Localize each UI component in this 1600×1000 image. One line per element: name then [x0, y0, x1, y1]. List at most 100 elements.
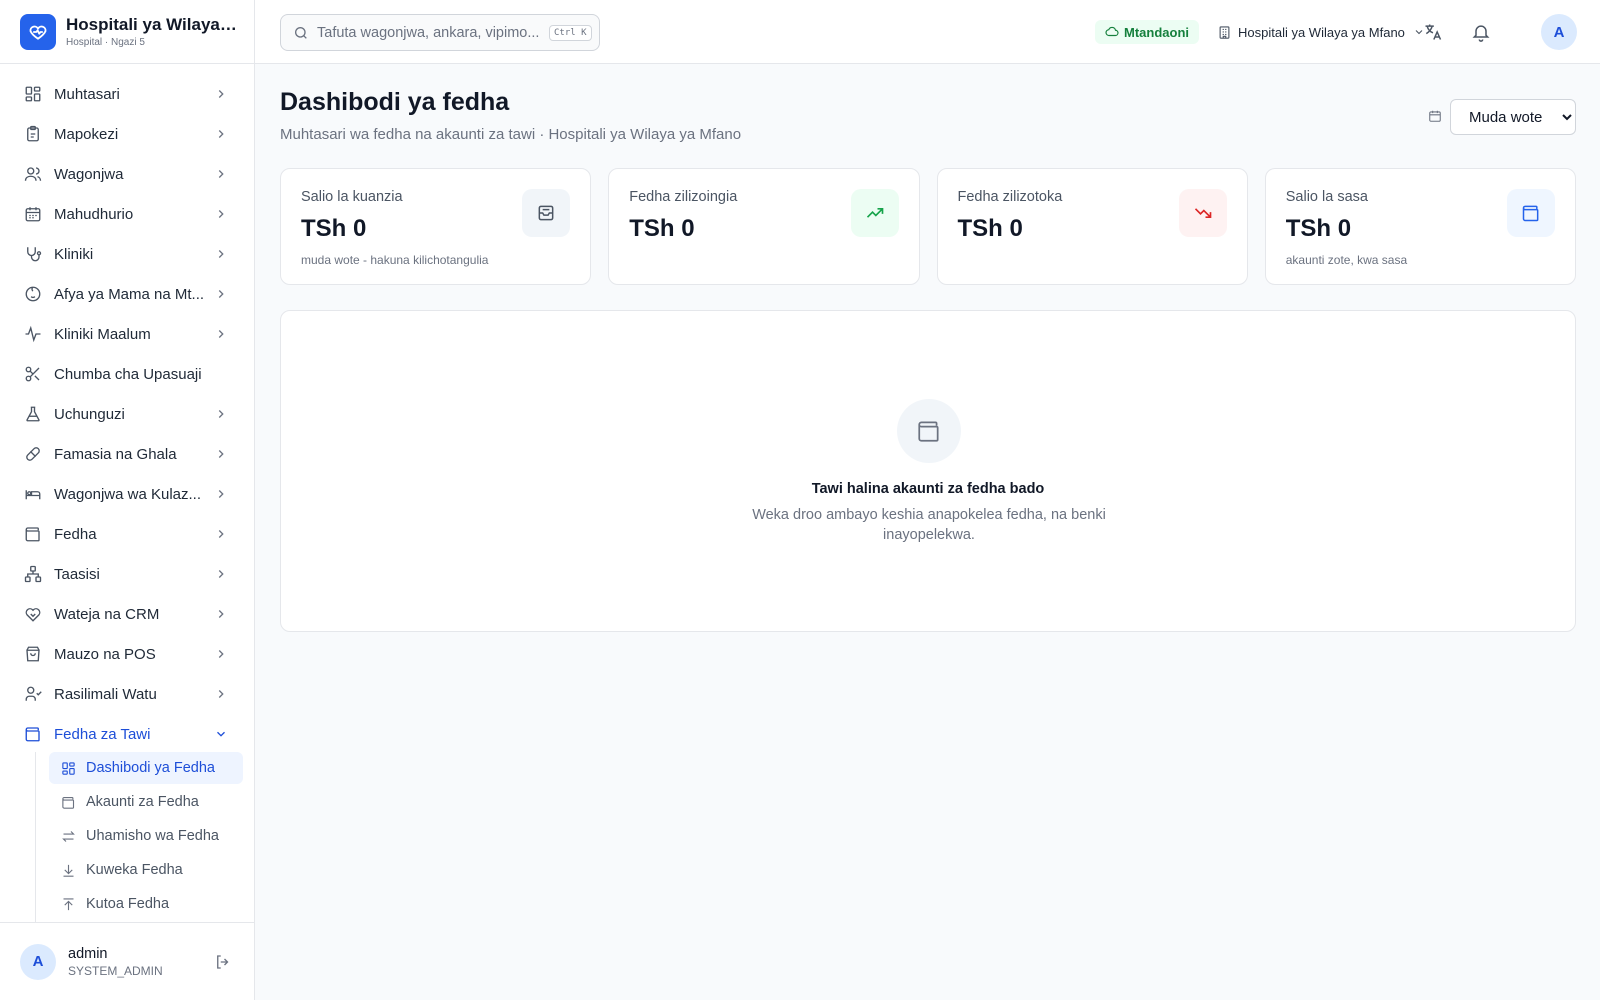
- chevron-right-icon: [218, 490, 224, 498]
- sidebar-item-rasilimali-watu[interactable]: Rasilimali Watu: [0, 674, 254, 714]
- dashboard-icon: [62, 761, 75, 775]
- chevron-right-icon: [218, 90, 224, 98]
- sidebar-item-label: Uchunguzi: [54, 405, 125, 423]
- wallet-icon: [62, 796, 75, 809]
- subnav-item-label: Uhamisho wa Fedha: [86, 828, 219, 844]
- chevron-right-icon: [218, 450, 224, 458]
- sidebar-item-label: Wagonjwa wa Kulaz...: [54, 485, 202, 503]
- empty-state-title: Tawi halina akaunti za fedha bado: [811, 481, 1045, 497]
- summary-cards: Salio la kuanzia TSh 0 muda wote - hakun…: [280, 168, 1576, 285]
- sidebar-item-label: Chumba cha Upasuaji: [54, 365, 202, 383]
- scissors-icon: [25, 366, 40, 382]
- chevron-right-icon: [218, 650, 224, 658]
- sidebar-item-fedha-za-tawi[interactable]: Fedha za Tawi: [0, 714, 254, 754]
- user-avatar[interactable]: A: [20, 943, 56, 980]
- sidebar-item-afya-ya-mama[interactable]: Afya ya Mama na Mt...: [0, 274, 254, 314]
- stat-card-note: akaunti zote, kwa sasa: [1285, 253, 1408, 267]
- subnav-item-uhamisho-wa-fedha[interactable]: Uhamisho wa Fedha: [49, 820, 243, 852]
- trending-down-icon: [1178, 189, 1227, 237]
- search-shortcut-hint: Ctrl K: [549, 24, 592, 41]
- subnav-item-dashibodi-ya-fedha[interactable]: Dashibodi ya Fedha: [49, 752, 243, 784]
- sidebar-item-mahudhurio[interactable]: Mahudhurio: [0, 194, 254, 234]
- activity-icon: [25, 325, 41, 343]
- sidebar-item-label: Muhtasari: [54, 85, 120, 103]
- branch-selector[interactable]: Hospitali ya Wilaya ya Mfano: [1217, 20, 1425, 44]
- brand-title: Hospitali ya Wilaya ...: [66, 15, 238, 34]
- pill-icon: [26, 447, 40, 461]
- trending-up-icon: [850, 189, 899, 237]
- baby-icon: [25, 286, 41, 302]
- sidebar-item-kliniki[interactable]: Kliniki: [0, 234, 254, 274]
- sidebar-item-kliniki-maalum[interactable]: Kliniki Maalum: [0, 314, 254, 354]
- logout-icon[interactable]: [214, 953, 232, 971]
- shopping-bag-icon: [26, 646, 40, 662]
- page-title: Dashibodi ya fedha: [280, 88, 510, 116]
- subnav-item-label: Kutoa Fedha: [86, 896, 170, 912]
- translate-icon[interactable]: [1423, 22, 1443, 42]
- sidebar-item-wagonjwa-wa-kulazwa[interactable]: Wagonjwa wa Kulaz...: [0, 474, 254, 514]
- sidebar-item-fedha[interactable]: Fedha: [0, 514, 254, 554]
- sidebar-item-mauzo-na-pos[interactable]: Mauzo na POS: [0, 634, 254, 674]
- user-group-icon: [25, 686, 42, 701]
- sidebar-nav: Muhtasari Mapokezi Wagonjwa Mahudhurio K…: [0, 74, 254, 754]
- subnav-item-kuweka-fedha[interactable]: Kuweka Fedha: [49, 854, 243, 886]
- transfer-icon: [62, 830, 75, 842]
- flask-icon: [26, 406, 40, 422]
- subnav-divider: [35, 752, 36, 922]
- wallet-icon: [25, 727, 40, 742]
- subnav-item-kutoa-fedha[interactable]: Kutoa Fedha: [49, 888, 243, 920]
- sidebar-item-chumba-cha-upasuaji[interactable]: Chumba cha Upasuaji: [0, 354, 254, 394]
- calendar-icon: [25, 207, 41, 222]
- chevron-down-icon: [217, 731, 225, 737]
- sidebar-item-label: Kliniki Maalum: [54, 325, 151, 343]
- stethoscope-icon: [27, 247, 42, 262]
- empty-state-panel: Tawi halina akaunti za fedha bado Weka d…: [280, 310, 1576, 632]
- sidebar-item-label: Afya ya Mama na Mt...: [54, 285, 205, 303]
- subnav-item-akaunti-za-fedha[interactable]: Akaunti za Fedha: [49, 786, 243, 818]
- wallet-icon: [1507, 189, 1555, 237]
- sidebar-item-mapokezi[interactable]: Mapokezi: [0, 114, 254, 154]
- stat-card-current-balance: Salio la sasa TSh 0 akaunti zote, kwa sa…: [1264, 168, 1576, 285]
- network-icon: [24, 565, 42, 583]
- dashboard-icon: [25, 86, 41, 102]
- search-input[interactable]: [317, 24, 547, 41]
- search-box[interactable]: Ctrl K: [280, 14, 600, 51]
- topbar: Ctrl K Mtandaoni Hospitali ya Wilaya ya …: [255, 0, 1600, 64]
- user-role: SYSTEM_ADMIN: [68, 963, 163, 978]
- empty-state-description: Weka droo ambayo keshia anapokelea fedha…: [752, 507, 1106, 543]
- connection-status-text: Mtandaoni: [1124, 24, 1189, 40]
- branch-name: Hospitali ya Wilaya ya Mfano: [1238, 24, 1405, 40]
- search-icon: [295, 26, 307, 39]
- sidebar-item-label: Kliniki: [54, 245, 94, 263]
- sidebar-item-wateja-na-crm[interactable]: Wateja na CRM: [0, 594, 254, 634]
- brand-subtitle: Hospital · Ngazi 5: [66, 37, 145, 48]
- account-avatar[interactable]: A: [1541, 14, 1577, 50]
- sidebar-item-label: Mahudhurio: [54, 205, 134, 223]
- chevron-right-icon: [218, 170, 224, 178]
- sidebar-item-label: Fedha za Tawi: [54, 725, 151, 743]
- user-panel: A admin SYSTEM_ADMIN: [0, 922, 254, 1000]
- sidebar-item-muhtasari[interactable]: Muhtasari: [0, 74, 254, 114]
- sidebar-item-uchunguzi[interactable]: Uchunguzi: [0, 394, 254, 434]
- stat-card-note: muda wote - hakuna kilichotangulia: [301, 253, 489, 267]
- chevron-right-icon: [218, 210, 224, 218]
- chevron-right-icon: [218, 570, 224, 578]
- chevron-right-icon: [218, 330, 224, 338]
- brand[interactable]: Hospitali ya Wilaya ... Hospital · Ngazi…: [0, 0, 254, 64]
- sidebar-item-label: Mapokezi: [54, 125, 119, 143]
- chevron-right-icon: [218, 530, 224, 538]
- subnav-item-label: Kuweka Fedha: [86, 862, 183, 878]
- period-select[interactable]: Muda wote: [1450, 99, 1576, 135]
- chevron-right-icon: [218, 250, 224, 258]
- sidebar-subnav: Dashibodi ya Fedha Akaunti za Fedha Uham…: [0, 752, 254, 922]
- calendar-icon: [1429, 110, 1441, 122]
- sidebar-item-wagonjwa[interactable]: Wagonjwa: [0, 154, 254, 194]
- sidebar-item-label: Fedha: [54, 525, 97, 543]
- bell-icon[interactable]: [1471, 22, 1491, 42]
- chevron-right-icon: [218, 610, 224, 618]
- sidebar-item-famasia-na-ghala[interactable]: Famasia na Ghala: [0, 434, 254, 474]
- sidebar-item-taasisi[interactable]: Taasisi: [0, 554, 254, 594]
- heart-logo-icon: [20, 13, 56, 50]
- sidebar-item-label: Mauzo na POS: [54, 645, 156, 663]
- sidebar-item-label: Rasilimali Watu: [54, 685, 157, 703]
